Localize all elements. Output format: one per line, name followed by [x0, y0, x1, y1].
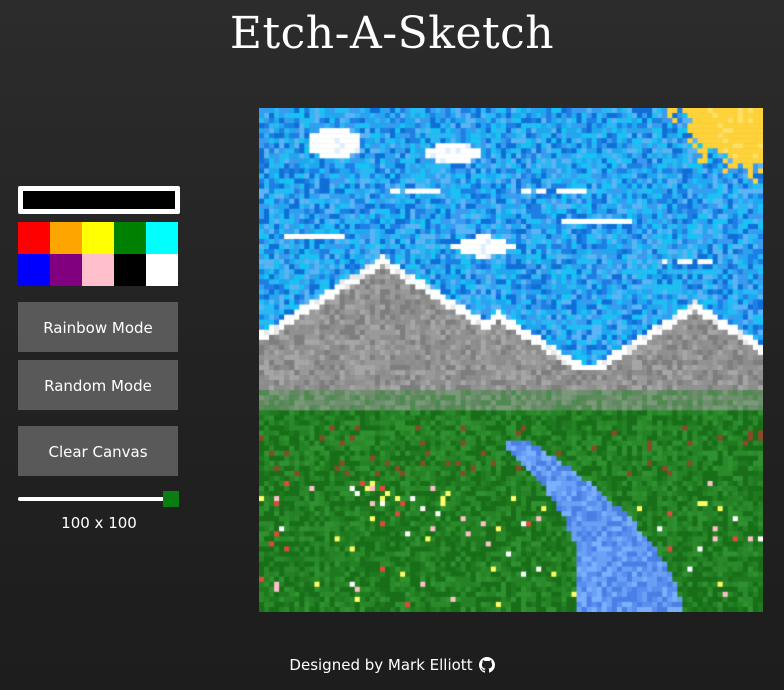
current-color-swatch — [23, 191, 175, 209]
grid-size-slider[interactable] — [18, 490, 180, 508]
rainbow-mode-button[interactable]: Rainbow Mode — [18, 302, 178, 352]
color-picker[interactable] — [18, 186, 180, 214]
sketch-canvas[interactable] — [259, 108, 763, 612]
palette-swatch-red[interactable] — [18, 222, 50, 254]
slider-track — [18, 497, 166, 501]
palette-swatch-pink[interactable] — [82, 254, 114, 286]
clear-canvas-button[interactable]: Clear Canvas — [18, 426, 178, 476]
page-title: Etch-A-Sketch — [229, 8, 555, 59]
footer-credit: Designed by Mark Elliott — [289, 656, 473, 674]
slider-thumb[interactable] — [163, 491, 179, 507]
grid-size-label: 100 x 100 — [61, 514, 137, 532]
github-icon[interactable] — [478, 657, 495, 677]
palette-swatch-cyan[interactable] — [146, 222, 178, 254]
palette-swatch-blue[interactable] — [18, 254, 50, 286]
palette-swatch-orange[interactable] — [50, 222, 82, 254]
color-palette — [18, 222, 178, 286]
footer: Designed by Mark Elliott — [0, 656, 784, 677]
palette-swatch-purple[interactable] — [50, 254, 82, 286]
palette-swatch-green[interactable] — [114, 222, 146, 254]
palette-swatch-yellow[interactable] — [82, 222, 114, 254]
palette-swatch-white[interactable] — [146, 254, 178, 286]
palette-swatch-black[interactable] — [114, 254, 146, 286]
random-mode-button[interactable]: Random Mode — [18, 360, 178, 410]
controls-panel: Rainbow Mode Random Mode Clear Canvas 10… — [18, 186, 180, 532]
